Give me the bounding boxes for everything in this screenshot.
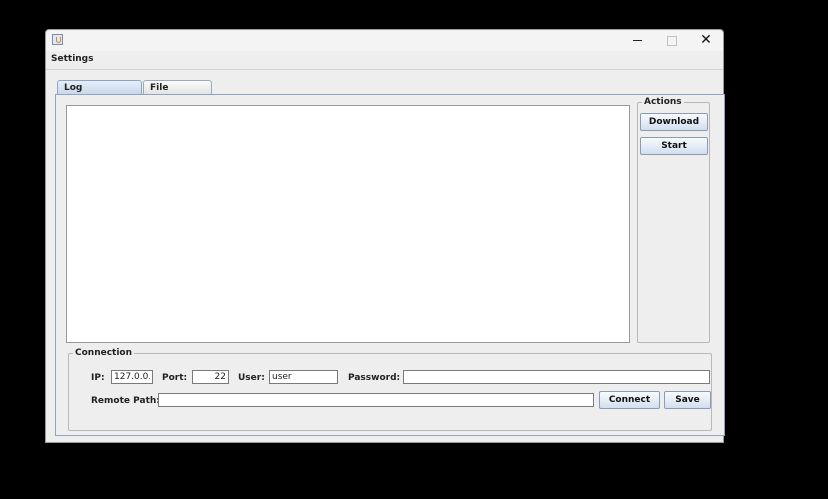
user-field[interactable]: [269, 370, 338, 384]
actions-legend: Actions: [642, 97, 684, 107]
user-label: User:: [238, 373, 265, 383]
connect-button[interactable]: Connect: [599, 391, 660, 409]
start-button[interactable]: Start: [640, 137, 708, 155]
title-bar[interactable]: ✕: [46, 30, 723, 51]
ip-label: IP:: [91, 373, 105, 383]
download-button[interactable]: Download: [640, 113, 708, 131]
maximize-icon: [667, 35, 677, 46]
app-window: ✕ Settings Log Downloader File Uploader …: [45, 29, 725, 443]
java-cup-icon: [52, 34, 63, 45]
ip-field[interactable]: [111, 370, 153, 384]
password-field[interactable]: [403, 370, 710, 384]
password-label: Password:: [348, 373, 401, 383]
log-downloader-panel: Actions Download Start Connection IP: Po…: [55, 94, 725, 436]
close-icon: ✕: [700, 32, 712, 48]
remote-path-field[interactable]: [158, 393, 594, 407]
save-button[interactable]: Save: [664, 391, 711, 409]
maximize-button: [655, 31, 689, 50]
close-button[interactable]: ✕: [689, 31, 723, 50]
remote-path-label: Remote Path:: [91, 396, 160, 406]
log-output-area[interactable]: [66, 105, 630, 343]
minimize-button[interactable]: [620, 31, 654, 50]
connection-legend: Connection: [73, 348, 135, 358]
menu-settings[interactable]: Settings: [51, 54, 93, 64]
menu-bar: Settings: [46, 51, 723, 70]
port-field[interactable]: [192, 370, 229, 384]
actions-group: Actions Download Start: [637, 97, 710, 343]
tab-file-uploader[interactable]: File Uploader: [143, 80, 212, 107]
connection-group: Connection IP: Port: User: Password: Rem…: [68, 348, 712, 431]
minimize-icon: [632, 40, 642, 41]
tab-log-downloader[interactable]: Log Downloader: [57, 80, 142, 107]
port-label: Port:: [162, 373, 188, 383]
